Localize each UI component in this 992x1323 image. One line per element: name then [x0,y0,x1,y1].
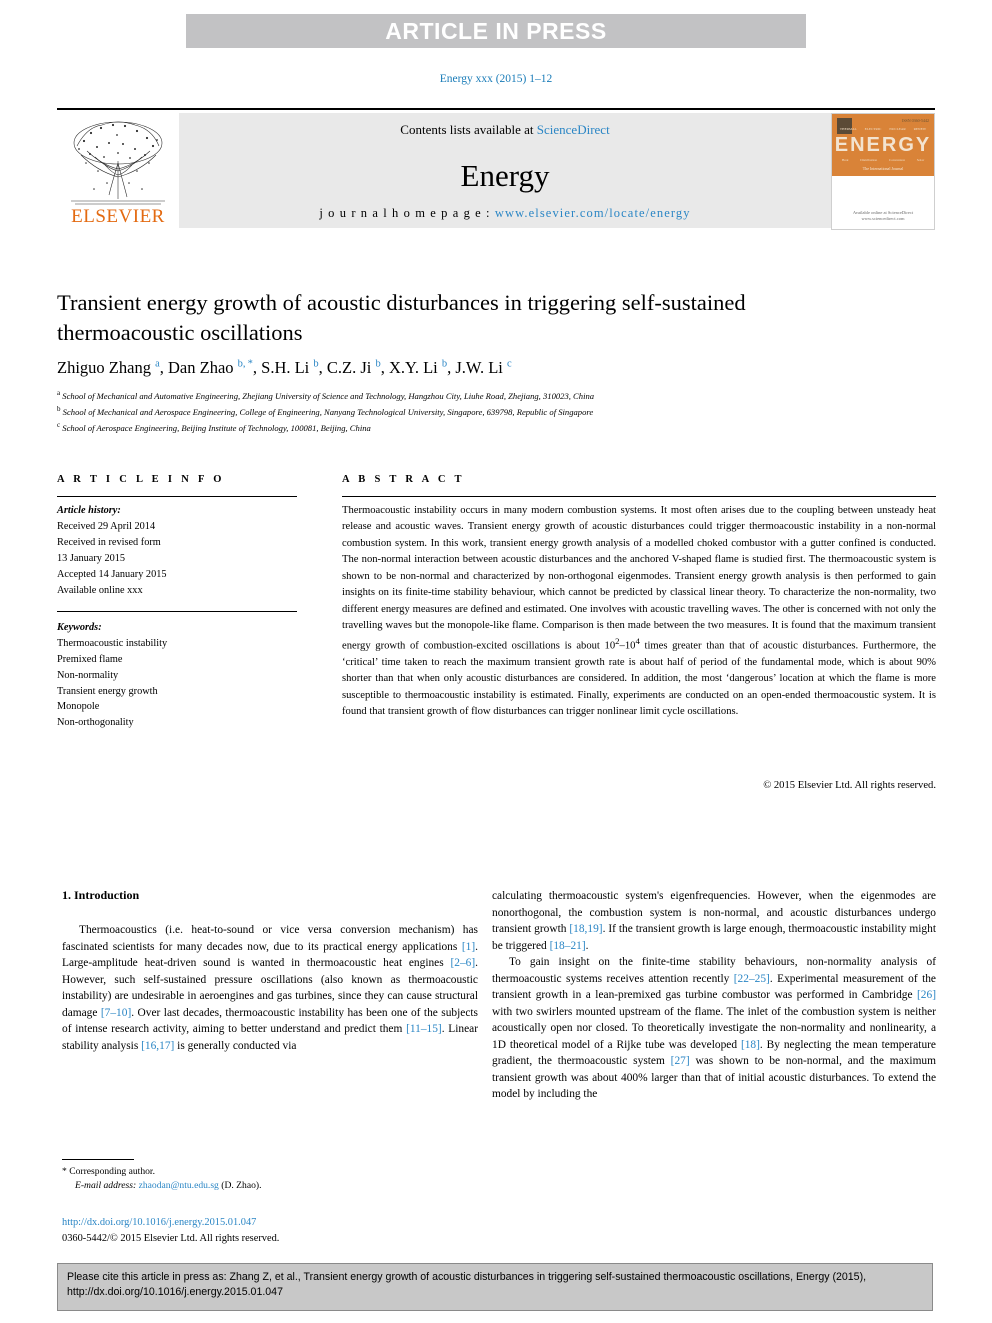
article-in-press-label: ARTICLE IN PRESS [385,17,607,44]
cover-row-label: RENEW [913,127,927,131]
keyword-item: Transient energy growth [57,685,158,697]
email-owner: (D. Zhao). [221,1180,262,1192]
cover-row-label2: Distribution [860,158,878,162]
journal-masthead: ELSEVIER Contents lists available at Sci… [57,108,935,230]
paragraph: To gain insight on the finite-time stabi… [492,956,936,1101]
keyword-item: Non-normality [57,669,119,681]
abstract-rule [342,496,936,497]
affiliation-mark: b [57,404,61,413]
article-history-item: Available online xxx [57,584,143,596]
masthead-center-panel: Contents lists available at ScienceDirec… [179,113,831,228]
affiliation-mark: c [57,420,61,429]
citation-ref[interactable]: [16,17] [141,1040,174,1052]
cover-footer-text: Available online at ScienceDirect www.sc… [852,209,914,222]
journal-homepage-line: j o u r n a l h o m e p a g e : www.else… [179,206,831,221]
citation-ref[interactable]: [1] [462,941,475,953]
citation-ref[interactable]: [18–21] [550,940,586,952]
affiliation-text: School of Aerospace Engineering, Beijing… [62,422,371,433]
affiliation-item: c School of Aerospace Engineering, Beiji… [57,420,937,436]
elsevier-logo: ELSEVIER [57,113,179,228]
footnote-block: * Corresponding author. E-mail address: … [62,1165,482,1194]
citation-ref[interactable]: [22–25] [734,973,770,985]
elsevier-wordmark: ELSEVIER [71,206,165,227]
elsevier-tree-icon [71,121,165,205]
section-heading-introduction: 1. Introduction [62,888,140,902]
article-history-item: Received in revised form [57,536,161,548]
cover-issn-label: ISSN 0360-5442 [901,118,929,123]
page-title: Transient energy growth of acoustic dist… [57,290,746,345]
citation-ref[interactable]: [18] [741,1039,760,1051]
cover-row-label: ELECTRIC [864,127,882,131]
journal-title: Energy [460,158,550,193]
cover-row-label2: Heat [841,158,849,162]
article-history-item: 13 January 2015 [57,552,126,564]
cover-energy-title: ENERGY [834,134,932,156]
keywords-divider [57,610,297,612]
article-history-item: Received 29 April 2014 [57,520,156,532]
doi-block: http://dx.doi.org/10.1016/j.energy.2015.… [62,1215,482,1246]
citation-ref[interactable]: [7–10] [101,1007,131,1019]
cover-row-label2: Solar [916,158,925,162]
sciencedirect-link[interactable]: ScienceDirect [537,122,610,137]
cover-row-labels-secondary: Heat Distribution Conversion Solar [836,158,930,162]
cover-row-label2: Conversion [888,158,905,162]
citation-ref[interactable]: [18,19] [569,923,602,935]
citation-ref[interactable]: [11–15] [406,1023,442,1035]
cover-top-band: ISSN 0360-5442 THERMAL ELECTRIC NUCLEAR … [832,114,934,176]
article-history-label: Article history: [57,505,121,516]
affiliation-text: School of Mechanical and Aerospace Engin… [62,406,594,417]
email-line: E-mail address: zhaodan@ntu.edu.sg (D. Z… [62,1179,482,1193]
homepage-url-link[interactable]: www.elsevier.com/locate/energy [495,206,691,220]
paragraph: Thermoacoustics (i.e. heat-to-sound or v… [62,924,478,1052]
author-list: Zhiguo Zhang a, Dan Zhao b, *, S.H. Li b… [57,358,512,377]
body-column-right: calculating thermoacoustic system's eige… [492,888,936,1103]
article-in-press-banner: ARTICLE IN PRESS [186,14,806,48]
keyword-item: Non-orthogonality [57,717,134,729]
issn-copyright-line: 0360-5442/© 2015 Elsevier Ltd. All right… [62,1232,280,1244]
citation-ref[interactable]: [27] [671,1055,690,1067]
affiliation-list: a School of Mechanical and Automative En… [57,388,937,435]
affiliation-mark: a [57,389,61,397]
cover-subtitle: The International Journal [862,166,904,171]
doi-link[interactable]: http://dx.doi.org/10.1016/j.energy.2015.… [62,1215,482,1231]
contents-lists-line: Contents lists available at ScienceDirec… [179,122,831,138]
cover-row-label: NUCLEAR [889,127,906,131]
body-column-left: Thermoacoustics (i.e. heat-to-sound or v… [62,922,478,1054]
keyword-item: Premixed flame [57,653,123,665]
email-link[interactable]: zhaodan@ntu.edu.sg [139,1180,219,1191]
corresponding-author-note: * Corresponding author. [62,1166,155,1177]
cover-corner-block-icon [837,118,852,134]
keywords-label: Keywords: [57,621,102,633]
homepage-label: j o u r n a l h o m e p a g e : [319,206,495,220]
article-info-block: Article history: Received 29 April 2014 … [57,503,302,731]
contents-lists-prefix: Contents lists available at [400,122,537,137]
keyword-item: Thermoacoustic instability [57,637,168,649]
cover-row-label: THERMAL [839,127,857,131]
journal-cover-thumbnail: ISSN 0360-5442 THERMAL ELECTRIC NUCLEAR … [831,113,935,230]
citation-ref[interactable]: [2–6] [450,957,475,969]
keyword-item: Monopole [57,701,100,713]
cover-row-labels: THERMAL ELECTRIC NUCLEAR RENEW [836,127,930,131]
affiliation-item: b School of Mechanical and Aerospace Eng… [57,404,937,420]
citation-instruction-box: Please cite this article in press as: Zh… [57,1263,933,1311]
article-info-heading: A R T I C L E I N F O [57,474,225,485]
citation-ref[interactable]: [26] [917,989,936,1001]
affiliation-item: a School of Mechanical and Automative En… [57,388,937,404]
article-info-rule [57,496,297,497]
abstract-heading: A B S T R A C T [342,474,465,485]
paragraph: calculating thermoacoustic system's eige… [492,890,936,952]
abstract-text: Thermoacoustic instability occurs in man… [342,505,936,718]
abstract-copyright: © 2015 Elsevier Ltd. All rights reserved… [763,780,936,791]
affiliation-text: School of Mechanical and Automative Engi… [62,390,595,401]
article-history-item: Accepted 14 January 2015 [57,568,167,580]
journal-volume-line: Energy xxx (2015) 1–12 [439,73,553,85]
email-label: E-mail address: [75,1180,137,1192]
footnote-rule [62,1159,134,1160]
